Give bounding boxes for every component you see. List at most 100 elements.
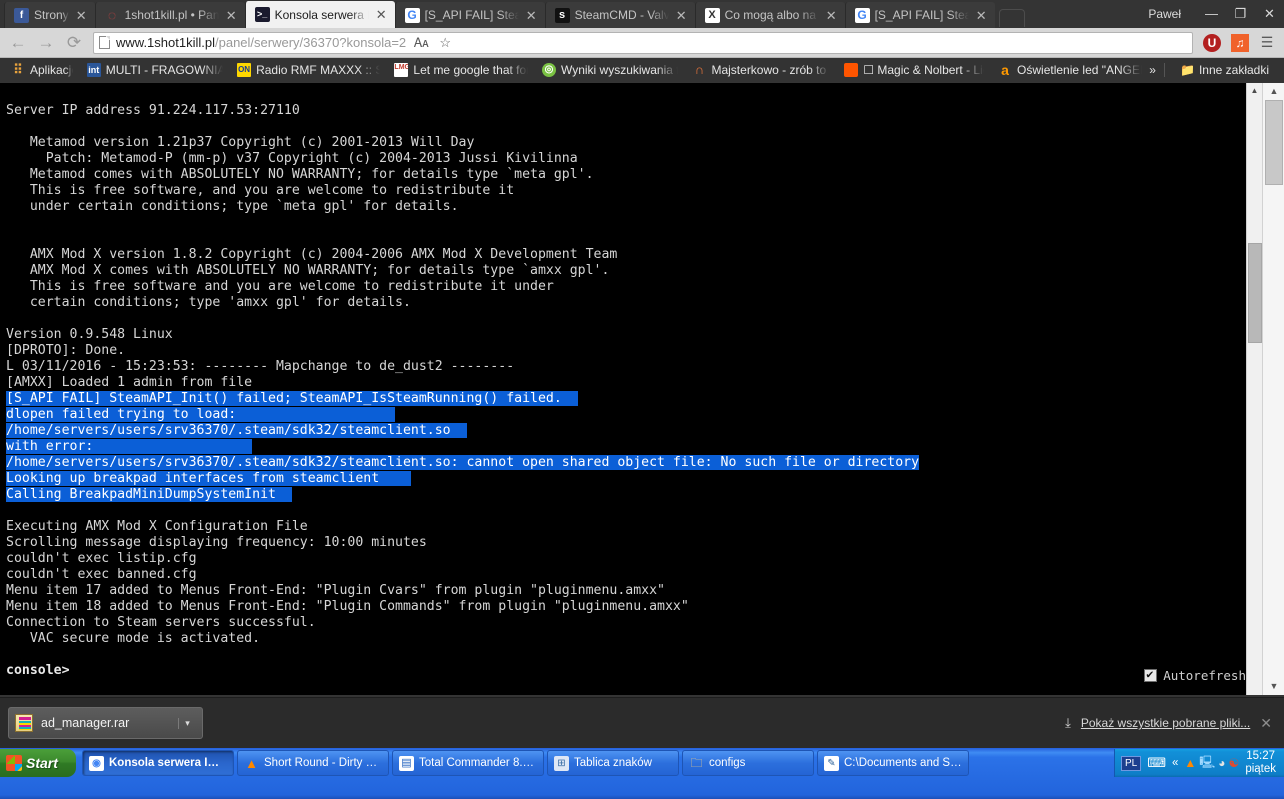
page-scrollbar[interactable]: ▲ ▼ bbox=[1262, 83, 1284, 695]
tray-clock[interactable]: 15:27 piątek bbox=[1245, 750, 1276, 776]
download-menu-caret-icon[interactable]: ▾ bbox=[178, 717, 196, 729]
charmap-icon: ⊞ bbox=[554, 755, 569, 771]
download-arrow-icon: ⤓ bbox=[1065, 715, 1071, 730]
bookmark-item-5[interactable]: ∩ Majsterkowo - zrób to sa bbox=[685, 61, 837, 79]
console-line: This is free software and you are welcom… bbox=[6, 279, 554, 294]
close-shelf-icon[interactable]: ✕ bbox=[1260, 715, 1276, 732]
bookmark-star-icon[interactable]: ☆ bbox=[436, 34, 454, 52]
clock-tray-icon[interactable]: ◕ bbox=[1218, 756, 1225, 770]
browser-tab-4[interactable]: s SteamCMD - Valve D ✕ bbox=[544, 2, 695, 28]
console-scroll-thumb[interactable] bbox=[1248, 243, 1262, 343]
bookmark-item-6[interactable]: ☐ Magic & Nolbert - Ligh bbox=[837, 61, 991, 79]
tab-strip: f Strony ✕ ◌ 1shot1kill.pl • Panel u ✕ >… bbox=[0, 0, 1284, 28]
tab-close-icon[interactable]: ✕ bbox=[974, 9, 989, 22]
page-viewport: Server IP address 91.224.117.53:27110 Me… bbox=[0, 83, 1284, 695]
page-scroll-down-icon[interactable]: ▼ bbox=[1263, 678, 1284, 695]
console-scrollbar[interactable]: ▲ bbox=[1246, 83, 1262, 695]
bookmarks-overflow-chevron[interactable]: » bbox=[1149, 63, 1156, 77]
autorefresh-checkbox[interactable] bbox=[1144, 667, 1158, 682]
bookmark-item-7[interactable]: a Oświetlenie led "ANGELS bbox=[991, 61, 1149, 79]
back-icon[interactable]: ← bbox=[5, 31, 31, 55]
console-scroll-up-icon[interactable]: ▲ bbox=[1247, 83, 1262, 98]
browser-tab-2[interactable]: >_ Konsola serwera ID 3 ✕ bbox=[244, 1, 395, 28]
url-path: /panel/serwery/36370?konsola=2 bbox=[215, 35, 407, 50]
translate-icon[interactable]: 🗛 bbox=[412, 34, 430, 52]
taskbar-item-configs[interactable]: 🗀 configs bbox=[682, 750, 814, 776]
taskbar-item-vlc[interactable]: ▲ Short Round - Dirty Beat... bbox=[237, 750, 389, 776]
taskbar-item-charmap[interactable]: ⊞ Tablica znaków bbox=[547, 750, 679, 776]
browser-tab-5[interactable]: X Co mogą albo na co ✕ bbox=[694, 2, 845, 28]
taskbar-item-label: configs bbox=[709, 757, 746, 769]
close-button[interactable]: ✕ bbox=[1255, 4, 1284, 24]
language-indicator[interactable]: PL bbox=[1120, 755, 1142, 771]
search-globe-icon: ◎ bbox=[541, 63, 556, 77]
taskbar-item-total-commander[interactable]: ▤ Total Commander 8.51a ... bbox=[392, 750, 544, 776]
tab-close-icon[interactable]: ✕ bbox=[224, 9, 239, 22]
page-scroll-up-icon[interactable]: ▲ bbox=[1263, 83, 1284, 100]
autorefresh-control[interactable]: Autorefresh bbox=[1144, 667, 1246, 683]
server-console-output[interactable]: Server IP address 91.224.117.53:27110 Me… bbox=[0, 83, 1262, 695]
bookmark-item-1[interactable]: int MULTI - FRAGOWNIA :: bbox=[80, 61, 230, 79]
reload-icon[interactable]: ⟳ bbox=[61, 31, 87, 55]
tab-close-icon[interactable]: ✕ bbox=[524, 9, 539, 22]
taskbar-item-label: Tablica znaków bbox=[574, 757, 652, 769]
browser-tab-6[interactable]: G [S_API FAIL] Steam ✕ bbox=[844, 2, 995, 28]
download-item[interactable]: ad_manager.rar ▾ bbox=[8, 707, 203, 739]
other-bookmarks-label: Inne zakładki bbox=[1198, 63, 1269, 77]
console-line: [AMXX] Loaded 1 admin from file bbox=[6, 375, 253, 390]
tab-close-icon[interactable]: ✕ bbox=[674, 9, 689, 22]
browser-tab-3[interactable]: G [S_API FAIL] Steam ✕ bbox=[394, 2, 545, 28]
tab-close-icon[interactable]: ✕ bbox=[374, 8, 389, 21]
music-extension-icon[interactable]: ♫ bbox=[1227, 31, 1253, 55]
browser-tab-0[interactable]: f Strony ✕ bbox=[4, 2, 95, 28]
bookmark-apps[interactable]: ⠿ Aplikacje bbox=[4, 61, 80, 79]
start-button[interactable]: Start bbox=[0, 749, 76, 777]
vlc-tray-icon[interactable]: ▲ bbox=[1184, 756, 1196, 770]
taskbar-item-label: Short Round - Dirty Beat... bbox=[264, 757, 382, 769]
opera-extension-icon[interactable]: U bbox=[1199, 31, 1225, 55]
page-scroll-thumb[interactable] bbox=[1265, 100, 1283, 185]
folder-icon: 🗀 bbox=[690, 755, 703, 770]
bookmark-item-3[interactable]: LMG TFY Let me google that for y bbox=[387, 61, 535, 79]
taskbar-item-chrome[interactable]: ◉ Konsola serwera ID 3... bbox=[82, 750, 234, 776]
show-all-downloads-link[interactable]: Pokaż wszystkie pobrane pliki... bbox=[1081, 716, 1250, 730]
user-profile-button[interactable]: Paweł bbox=[1138, 5, 1191, 23]
other-bookmarks-folder[interactable]: 📁 Inne zakładki bbox=[1173, 61, 1276, 79]
apps-grid-icon: ⠿ bbox=[13, 63, 23, 77]
bookmark-item-2[interactable]: ON Radio RMF MAXXX :: Słu bbox=[230, 61, 387, 79]
antivirus-tray-icon[interactable]: ☯ bbox=[1229, 756, 1240, 770]
console-line: This is free software, and you are welco… bbox=[6, 183, 515, 198]
tab-close-icon[interactable]: ✕ bbox=[74, 9, 89, 22]
chrome-menu-icon[interactable]: ☰ bbox=[1255, 34, 1279, 51]
browser-tab-1[interactable]: ◌ 1shot1kill.pl • Panel u ✕ bbox=[94, 2, 245, 28]
forward-icon[interactable]: → bbox=[33, 31, 59, 55]
maximize-button[interactable]: ❐ bbox=[1226, 4, 1255, 24]
winrar-icon bbox=[15, 714, 33, 732]
url-text: www.1shot1kill.pl/panel/serwery/36370?ko… bbox=[116, 35, 406, 50]
bookmark-label: MULTI - FRAGOWNIA :: bbox=[105, 63, 224, 77]
console-line: /home/servers/users/srv36370/.steam/sdk3… bbox=[6, 455, 1262, 471]
url-host: www.1shot1kill.pl bbox=[116, 35, 215, 50]
notepad-icon: ✎ bbox=[824, 755, 839, 771]
tab-title: SteamCMD - Valve D bbox=[574, 8, 669, 22]
new-tab-button[interactable] bbox=[998, 9, 1025, 27]
console-line: Looking up breakpad interfaces from stea… bbox=[6, 471, 1262, 487]
bookmark-label: Aplikacje bbox=[30, 63, 73, 77]
tray-expand-icon[interactable]: « bbox=[1172, 757, 1178, 769]
tab-close-icon[interactable]: ✕ bbox=[824, 9, 839, 22]
bookmark-item-4[interactable]: ◎ Wyniki wyszukiwania fra bbox=[535, 61, 685, 79]
google-icon: G bbox=[404, 7, 420, 23]
tab-title: Co mogą albo na co bbox=[724, 8, 819, 22]
console-line: Patch: Metamod-P (mm-p) v37 Copyright (c… bbox=[6, 151, 578, 166]
minimize-button[interactable]: — bbox=[1197, 4, 1226, 24]
address-bar[interactable]: www.1shot1kill.pl/panel/serwery/36370?ko… bbox=[93, 31, 1193, 54]
console-prompt[interactable]: console> bbox=[6, 663, 1262, 679]
network-tray-icon[interactable]: 🖳 bbox=[1199, 753, 1215, 774]
console-selected-text: dlopen failed trying to load: bbox=[6, 407, 396, 422]
console-line: Scrolling message displaying frequency: … bbox=[6, 535, 427, 550]
keyboard-icon[interactable]: ⌨ bbox=[1147, 755, 1166, 771]
soundcloud-icon bbox=[844, 63, 859, 77]
taskbar-item-documents[interactable]: ✎ C:\Documents and Settin... bbox=[817, 750, 969, 776]
